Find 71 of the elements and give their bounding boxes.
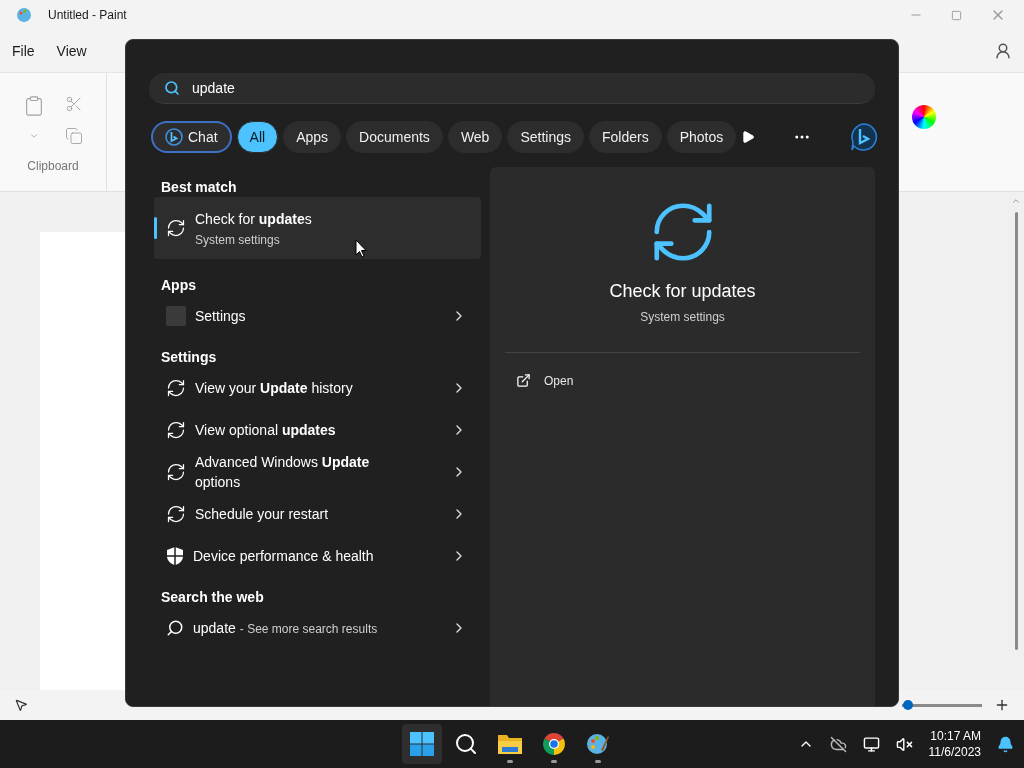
volume-muted-icon[interactable]: [895, 735, 913, 753]
menu-item[interactable]: File: [12, 43, 35, 59]
folder-icon: [497, 733, 523, 755]
search-icon: [454, 732, 478, 756]
result-item[interactable]: Device performance & health: [154, 535, 481, 577]
shield-icon: [166, 546, 184, 566]
filter-tab[interactable]: All: [236, 121, 279, 153]
filter-tab[interactable]: Settings: [507, 121, 584, 153]
filter-tab[interactable]: Web: [447, 121, 503, 153]
filter-tab[interactable]: Folders: [589, 121, 662, 153]
result-subtitle: System settings: [195, 233, 281, 247]
sync-icon: [166, 420, 186, 440]
result-item[interactable]: update - See more search results: [154, 607, 481, 649]
people-icon[interactable]: [994, 42, 1012, 60]
sync-icon: [166, 504, 186, 524]
section-heading: Best match: [160, 178, 238, 197]
search-icon: [164, 80, 180, 96]
chat-button[interactable]: Chat: [151, 121, 232, 153]
palette-icon: [586, 732, 610, 756]
external-link-icon: [516, 373, 531, 388]
open-link[interactable]: Open: [544, 373, 574, 388]
result-item[interactable]: Settings: [154, 295, 481, 337]
result-title: Advanced Windows Update options: [195, 453, 371, 492]
preview-title: Check for updates: [609, 281, 756, 302]
bing-logo-icon[interactable]: [849, 122, 880, 152]
section-heading: Settings: [160, 348, 218, 367]
selection-bar: [154, 217, 157, 239]
result-title: Schedule your restart: [195, 505, 330, 524]
group-label: Clipboard: [27, 159, 79, 173]
play-icon[interactable]: [741, 130, 756, 144]
paint-app-icon: [16, 7, 32, 23]
result-item[interactable]: Check for updates System settings: [154, 197, 481, 259]
taskbar-button[interactable]: [402, 724, 442, 764]
search-field[interactable]: update: [149, 73, 875, 104]
result-item[interactable]: View your Update history: [154, 367, 481, 409]
menu-item[interactable]: View: [56, 43, 87, 59]
result-title: Check for updates: [195, 210, 313, 229]
result-title: View optional updates: [195, 421, 337, 440]
notification-icon[interactable]: [997, 735, 1014, 753]
sync-icon: [166, 462, 186, 482]
preview-subtitle: System settings: [640, 310, 725, 324]
sync-icon: [166, 218, 186, 238]
slider-thumb[interactable]: [903, 700, 914, 710]
sync-icon: [166, 378, 186, 398]
result-title: Settings: [195, 307, 247, 326]
cloud-icon[interactable]: [829, 735, 847, 753]
result-item[interactable]: View optional updates: [154, 409, 481, 451]
network-icon[interactable]: [862, 735, 880, 753]
result-title: Device performance & health: [193, 547, 375, 566]
scrollbar-thumb[interactable]: [1014, 212, 1018, 650]
result-title: View your Update history: [195, 379, 354, 398]
filter-tab[interactable]: Photos: [666, 121, 737, 153]
window-title: Untitled - Paint: [48, 8, 127, 22]
result-item[interactable]: Schedule your restart: [154, 493, 481, 535]
clock[interactable]: 10:17 AM 11/6/2023: [928, 728, 981, 760]
search-icon: [166, 619, 184, 637]
browser-icon: [542, 732, 566, 756]
app-icon: [166, 306, 186, 326]
result-item[interactable]: Advanced Windows Update options: [154, 451, 481, 493]
color-wheel-icon[interactable]: [912, 105, 936, 129]
filter-tab[interactable]: Documents: [346, 121, 443, 153]
windows-logo-icon: [410, 732, 434, 756]
result-title: update: [193, 619, 236, 638]
pointer-icon: [14, 698, 28, 712]
filter-tab[interactable]: Apps: [283, 121, 342, 153]
chat-logo-icon: [165, 128, 183, 146]
section-heading: Search the web: [160, 588, 265, 607]
result-hint: - See more search results: [239, 622, 378, 636]
mouse-cursor-icon: [355, 239, 367, 258]
section-heading: Apps: [160, 276, 197, 295]
zoom-in-icon[interactable]: [994, 697, 1010, 713]
